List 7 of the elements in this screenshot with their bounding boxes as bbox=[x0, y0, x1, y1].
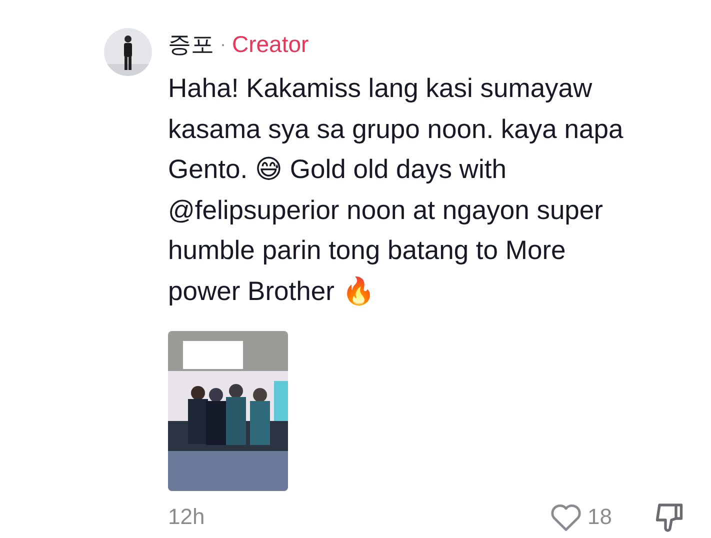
username[interactable]: 증포 bbox=[168, 28, 214, 60]
comment-text: Haha! Kakamiss lang kasi sumayaw kasama sya sa grupo noon. kaya napa Gento. 😅 Gold old days with @felipsuperior noon at ngayon super humble parin tong batang to More power Brother 🔥 bbox=[168, 72, 624, 308]
avatar[interactable] bbox=[104, 28, 152, 76]
creator-label: Creator bbox=[232, 30, 309, 58]
like-count: 18 bbox=[588, 504, 612, 530]
timestamp: 12h bbox=[168, 504, 205, 530]
separator: · bbox=[220, 34, 226, 54]
